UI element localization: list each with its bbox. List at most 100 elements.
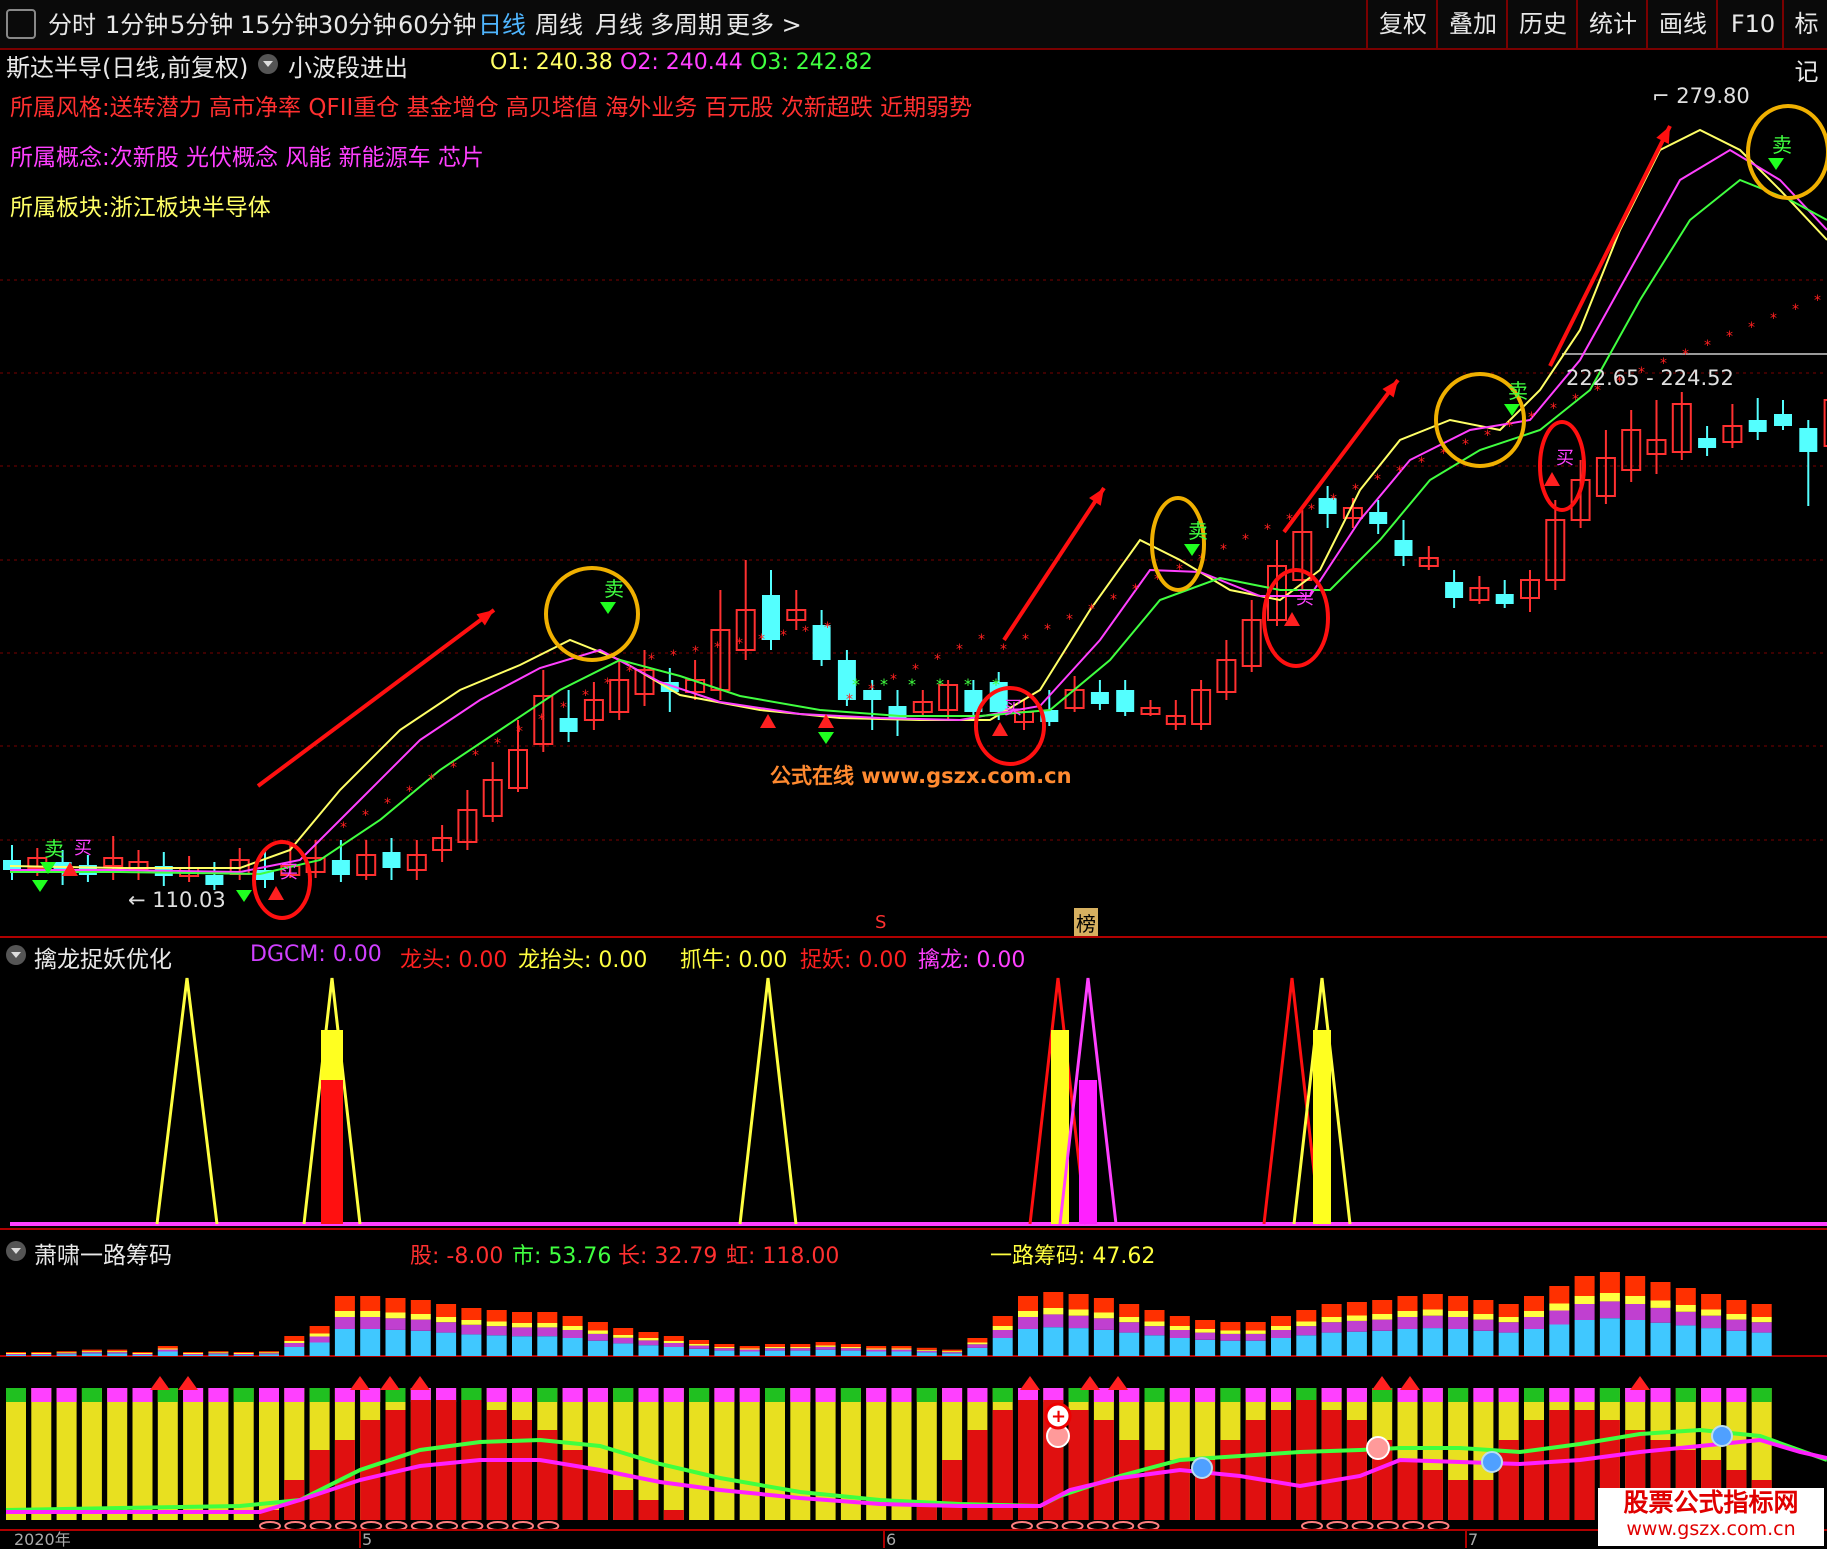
chip-upper-bar xyxy=(81,1353,102,1356)
chip-lower-cap xyxy=(410,1388,431,1402)
chip-lower-cap xyxy=(208,1388,229,1402)
buy-signal-1: 买 xyxy=(1004,698,1022,719)
chip-lower-cap xyxy=(360,1388,381,1402)
chip-lower-cap xyxy=(1473,1388,1494,1402)
period-tab-10[interactable]: 更多 > xyxy=(726,8,802,42)
sar-dot: * xyxy=(428,772,435,788)
toolbar-button-4[interactable]: 画线 xyxy=(1646,0,1718,48)
sell-circle-0 xyxy=(544,566,640,662)
toolbar-button-2[interactable]: 历史 xyxy=(1506,0,1578,48)
toolbar-button-1[interactable]: 叠加 xyxy=(1436,0,1508,48)
chip-plus-glyph: + xyxy=(1051,1406,1066,1427)
candlestick-chart[interactable]: * * * * * * * * * * * * * * * * * * * * * * * * * * * * * * * * * * * * * * * *… xyxy=(0,48,1827,936)
period-tab-5[interactable]: 60分钟 xyxy=(398,8,477,42)
chip-upper-bar xyxy=(1625,1320,1646,1356)
chip-upper-bar xyxy=(436,1304,457,1317)
chip-upper-bar xyxy=(233,1353,254,1354)
period-tab-9[interactable]: 多周期 xyxy=(650,8,722,42)
chip-red-segment xyxy=(1321,1410,1342,1520)
chip-bottom-marker xyxy=(486,1521,509,1531)
chip-indicator-chart[interactable]: + xyxy=(0,1230,1827,1548)
chip-upper-bar xyxy=(486,1310,507,1322)
toolbar-button-6[interactable]: 标记 xyxy=(1782,0,1827,86)
chip-upper-bar xyxy=(537,1336,558,1356)
sar-dot: * xyxy=(1704,338,1711,354)
period-tab-6[interactable]: 日线 xyxy=(478,8,526,42)
period-tab-2[interactable]: 5分钟 xyxy=(170,8,233,42)
sar-dot: * xyxy=(1132,582,1139,598)
green-mark: * xyxy=(936,675,944,694)
chip-upper-bar xyxy=(107,1349,128,1352)
toolbar-button-3[interactable]: 统计 xyxy=(1576,0,1648,48)
sar-dot: * xyxy=(1748,320,1755,336)
chip-bottom-marker xyxy=(1326,1521,1349,1531)
sidebar-toggle-icon[interactable] xyxy=(6,9,36,39)
chip-upper-bar xyxy=(840,1348,861,1351)
chip-upper-bar xyxy=(1549,1324,1570,1356)
toolbar-button-0[interactable]: 复权 xyxy=(1366,0,1438,48)
chip-upper-bar xyxy=(81,1351,102,1353)
chip-red-segment xyxy=(1524,1420,1544,1520)
axis-label-2: 6 xyxy=(886,1530,897,1549)
chip-blue-ball-0 xyxy=(1191,1457,1213,1479)
chip-upper-bar xyxy=(765,1347,785,1349)
chip-upper-bar xyxy=(714,1350,735,1356)
chip-upper-bar xyxy=(689,1348,710,1356)
marker-s: S xyxy=(875,912,887,933)
period-tab-0[interactable]: 分时 xyxy=(48,8,96,42)
sar-dot: * xyxy=(1462,437,1469,453)
period-tab-1[interactable]: 1分钟 xyxy=(105,8,168,42)
trend-arrowhead-1 xyxy=(1089,488,1104,506)
sar-dot: * xyxy=(604,676,611,692)
chip-upper-bar xyxy=(6,1354,26,1355)
candle-body-down xyxy=(559,718,578,732)
chip-lower-cap xyxy=(1574,1388,1595,1402)
chip-upper-bar xyxy=(132,1354,153,1355)
toolbar-button-5[interactable]: F10 xyxy=(1716,0,1788,48)
dragon-indicator-chart[interactable] xyxy=(0,938,1827,1228)
chip-upper-bar xyxy=(1245,1340,1266,1356)
chip-upper-bar xyxy=(840,1344,861,1347)
chip-upper-bar xyxy=(1018,1311,1038,1317)
chip-upper-bar xyxy=(208,1351,229,1353)
chip-upper-bar xyxy=(739,1349,760,1352)
period-tab-7[interactable]: 周线 xyxy=(535,8,583,42)
chip-upper-bar xyxy=(1372,1314,1393,1320)
chip-upper-bar xyxy=(410,1319,431,1331)
chip-upper-bar xyxy=(1271,1330,1291,1338)
chip-upper-bar xyxy=(1119,1304,1140,1317)
chip-upper-bar xyxy=(1346,1302,1367,1316)
chip-upper-bar xyxy=(663,1347,684,1356)
chip-lower-cap xyxy=(1195,1388,1216,1402)
sar-dot: * xyxy=(1022,632,1029,648)
chip-upper-bar xyxy=(1018,1317,1038,1329)
chip-upper-bar xyxy=(916,1347,937,1350)
chip-red-segment xyxy=(1220,1440,1241,1520)
chip-upper-bar xyxy=(967,1347,988,1356)
chip-lower-cap xyxy=(1372,1388,1393,1402)
chip-lower-bar xyxy=(259,1388,279,1520)
chip-upper-bar xyxy=(916,1352,937,1356)
axis-label-1: 5 xyxy=(362,1530,373,1549)
chip-lower-cap xyxy=(385,1388,406,1402)
sar-dot: * xyxy=(802,624,809,640)
period-tab-8[interactable]: 月线 xyxy=(595,8,643,42)
period-tab-3[interactable]: 15分钟 xyxy=(240,8,319,42)
chip-upper-bar xyxy=(942,1351,963,1353)
chip-upper-bar xyxy=(410,1300,431,1314)
chip-lower-cap xyxy=(512,1388,532,1402)
chip-lower-cap xyxy=(1650,1388,1671,1402)
chip-upper-bar xyxy=(967,1338,988,1343)
candle-body-down xyxy=(382,852,401,868)
chip-peak-marker-4 xyxy=(410,1376,430,1390)
sar-dot: * xyxy=(1330,492,1337,508)
chip-upper-bar xyxy=(157,1348,178,1350)
chip-upper-bar xyxy=(714,1344,735,1347)
chip-upper-bar xyxy=(866,1346,887,1349)
period-tab-4[interactable]: 30分钟 xyxy=(318,8,397,42)
chip-upper-bar xyxy=(1599,1318,1620,1356)
chip-lower-cap xyxy=(157,1388,178,1402)
chip-lower-cap xyxy=(663,1388,684,1402)
chip-lower-bar xyxy=(689,1388,710,1520)
chip-upper-bar xyxy=(183,1352,204,1353)
